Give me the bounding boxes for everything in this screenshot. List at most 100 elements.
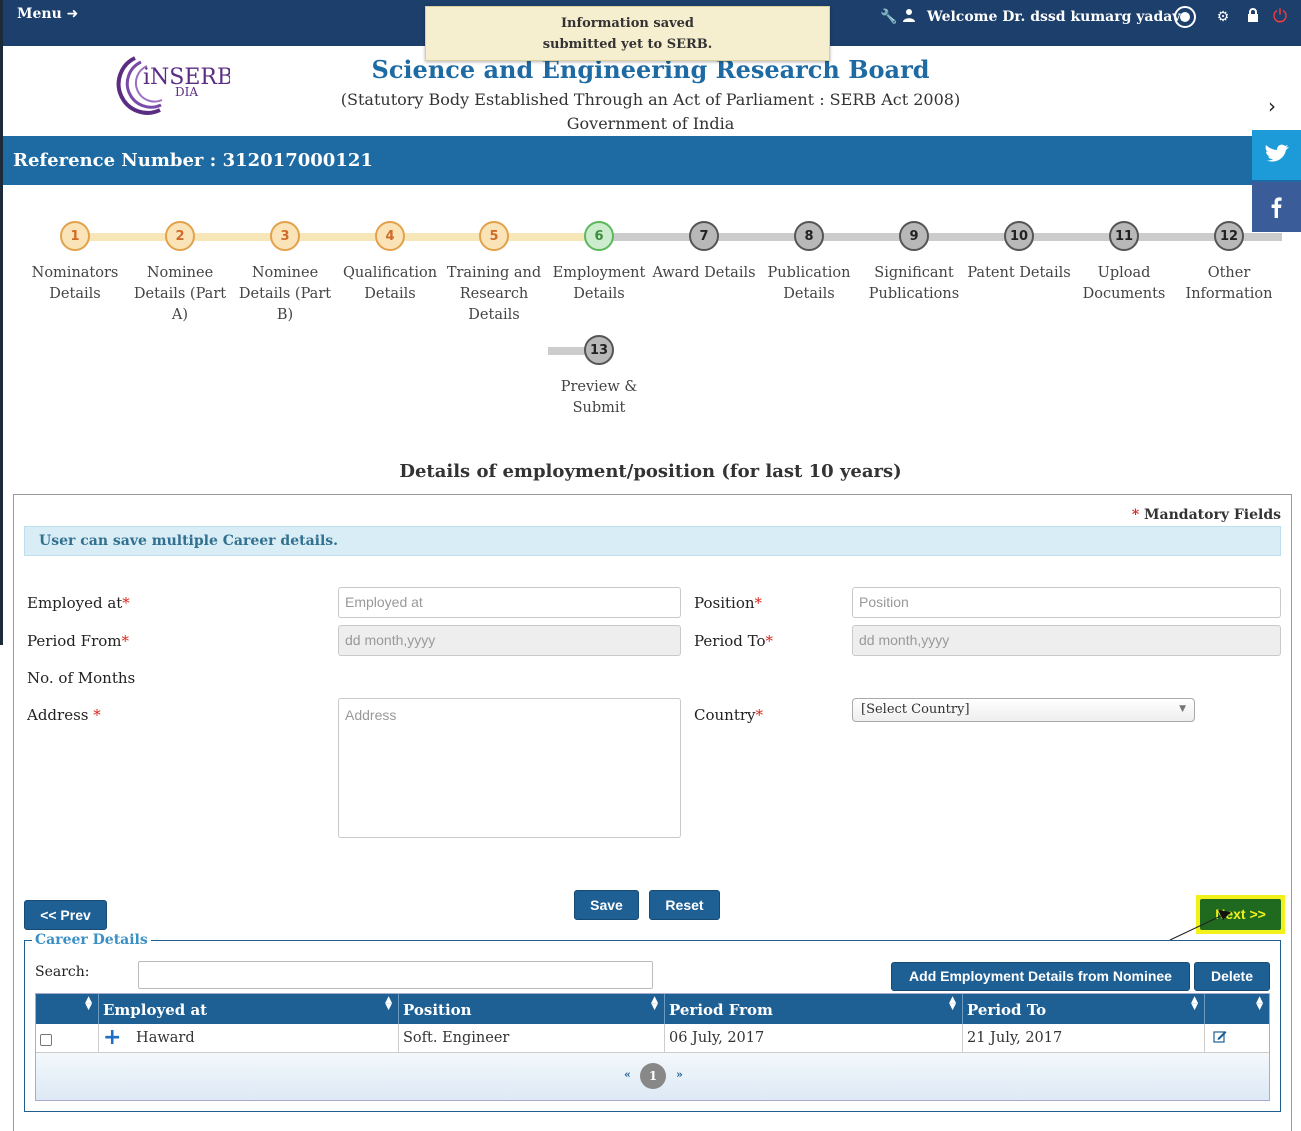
step-4[interactable]: 4 Qualification Details	[335, 215, 445, 305]
sort-icon: ▲ ▼	[1256, 995, 1263, 1012]
step-5[interactable]: 5 Training and Research Details	[439, 215, 549, 326]
settings-icon[interactable]: ⚙	[1214, 8, 1232, 26]
step-3[interactable]: 3 Nominee Details (Part B)	[230, 215, 340, 326]
period-to-input[interactable]: dd month,yyyy	[852, 625, 1281, 656]
notification-toast: Information saved submitted yet to SERB.	[425, 6, 830, 61]
period-from-label-text: Period From	[27, 632, 122, 650]
progress-steps: 1 Nominators Details 2 Nominee Details (Par…	[0, 215, 1301, 425]
career-details-legend: Career Details	[32, 932, 151, 948]
power-icon[interactable]: ⏻	[1271, 8, 1289, 26]
employed-at-label: Employed at*	[27, 594, 130, 612]
row-checkbox[interactable]	[40, 1034, 52, 1046]
step-label: Nominee Details (Part B)	[238, 265, 332, 323]
user-icon[interactable]	[900, 8, 918, 26]
column-header-period-to[interactable]: Period To ▲ ▼	[963, 994, 1205, 1024]
column-header-edit[interactable]: ▲ ▼	[1205, 994, 1269, 1024]
prev-button[interactable]: << Prev	[24, 900, 107, 930]
step-2[interactable]: 2 Nominee Details (Part A)	[125, 215, 235, 326]
step-10[interactable]: 10 Patent Details	[964, 215, 1074, 284]
step-number: 7	[689, 221, 719, 251]
position-label-text: Position	[694, 594, 755, 612]
step-7[interactable]: 7 Award Details	[649, 215, 759, 284]
period-from-label: Period From*	[27, 632, 129, 650]
step-number: 5	[479, 221, 509, 251]
step-label: Training and Research Details	[446, 265, 542, 323]
delete-button[interactable]: Delete	[1194, 962, 1270, 991]
column-label: Position	[403, 1001, 472, 1019]
page-subtitle-2: Government of India	[566, 114, 735, 133]
step-number: 1	[60, 221, 90, 251]
months-label: No. of Months	[27, 669, 136, 687]
page-subtitle: (Statutory Body Established Through an A…	[340, 90, 961, 109]
step-13[interactable]: 13 Preview & Submit	[544, 329, 654, 419]
search-input[interactable]	[138, 961, 653, 989]
table-row[interactable]: + Haward Soft. Engineer 06 July, 2017 21…	[36, 1024, 1269, 1053]
step-number: 13	[584, 335, 614, 365]
column-header-employed-at[interactable]: Employed at ▲ ▼	[99, 994, 399, 1024]
address-label-text: Address	[27, 706, 89, 724]
expand-plus-icon[interactable]: +	[103, 1025, 121, 1050]
employed-at-input[interactable]: Employed at	[338, 587, 681, 618]
save-button[interactable]: Save	[574, 890, 639, 920]
period-from-cell: 06 July, 2017	[665, 1024, 963, 1053]
employed-at-cell: + Haward	[99, 1024, 399, 1053]
step-6[interactable]: 6 Employment Details	[544, 215, 654, 305]
column-header-select[interactable]: ▲ ▼	[36, 994, 99, 1024]
twitter-button[interactable]	[1252, 130, 1301, 180]
step-label: Significant Publications	[868, 265, 960, 302]
sort-icon: ▲ ▼	[85, 995, 92, 1012]
row-select-cell	[36, 1024, 99, 1053]
sort-icon: ▲ ▼	[1191, 995, 1198, 1012]
country-label-text: Country	[694, 706, 756, 724]
step-1[interactable]: 1 Nominators Details	[20, 215, 130, 305]
chevron-right-icon[interactable]: ›	[1268, 94, 1276, 118]
menu-label: Menu	[17, 6, 62, 22]
step-label: Upload Documents	[1082, 265, 1166, 302]
step-12[interactable]: 12 Other Information	[1174, 215, 1284, 305]
period-to-label: Period To*	[694, 632, 774, 650]
column-header-position[interactable]: Position ▲ ▼	[399, 994, 665, 1024]
step-label: Nominee Details (Part A)	[133, 265, 227, 323]
dropdown-arrow-icon: ▼	[1179, 704, 1186, 714]
address-textarea[interactable]: Address	[338, 698, 681, 838]
country-select[interactable]: [Select Country] ▼	[852, 698, 1195, 722]
address-label: Address *	[27, 706, 101, 724]
period-from-input[interactable]: dd month,yyyy	[338, 625, 681, 656]
step-11[interactable]: 11 Upload Documents	[1069, 215, 1179, 305]
edit-icon[interactable]	[1213, 1030, 1227, 1043]
grid-pager: « 1 »	[36, 1053, 1269, 1100]
emblem-icon[interactable]	[1173, 5, 1197, 29]
step-label: Other Information	[1185, 265, 1273, 302]
lock-icon[interactable]	[1244, 8, 1262, 26]
menu-button[interactable]: Menu ➜	[17, 6, 78, 22]
reset-button[interactable]: Reset	[649, 890, 720, 920]
column-label: Period To	[967, 1001, 1047, 1019]
step-number: 10	[1004, 221, 1034, 251]
toast-line-1: Information saved	[560, 16, 695, 31]
wrench-icon[interactable]: 🔧	[880, 8, 898, 26]
pager-prev[interactable]: «	[624, 1068, 631, 1081]
add-employment-from-nominee-button[interactable]: Add Employment Details from Nominee	[891, 962, 1190, 991]
step-8[interactable]: 8 Publication Details	[754, 215, 864, 305]
step-label: Qualification Details	[342, 265, 438, 302]
step-number: 8	[794, 221, 824, 251]
column-header-period-from[interactable]: Period From ▲ ▼	[665, 994, 963, 1024]
column-label: Period From	[669, 1001, 773, 1019]
step-number: 9	[899, 221, 929, 251]
step-number: 11	[1109, 221, 1139, 251]
position-input[interactable]: Position	[852, 587, 1281, 618]
employed-at-value: Haward	[136, 1030, 195, 1046]
edit-cell	[1205, 1024, 1269, 1053]
step-label: Award Details	[652, 265, 756, 281]
period-to-cell: 21 July, 2017	[963, 1024, 1205, 1053]
step-number: 6	[584, 221, 614, 251]
sort-icon: ▲ ▼	[949, 995, 956, 1012]
pager-next[interactable]: »	[676, 1068, 683, 1081]
period-to-label-text: Period To	[694, 632, 766, 650]
sort-icon: ▲ ▼	[651, 995, 658, 1012]
mandatory-note: * Mandatory Fields	[1131, 507, 1281, 523]
sign-in-icon: ➜	[66, 6, 79, 22]
step-9[interactable]: 9 Significant Publications	[859, 215, 969, 305]
step-label: Nominators Details	[31, 265, 119, 302]
pager-page-1[interactable]: 1	[640, 1063, 666, 1089]
